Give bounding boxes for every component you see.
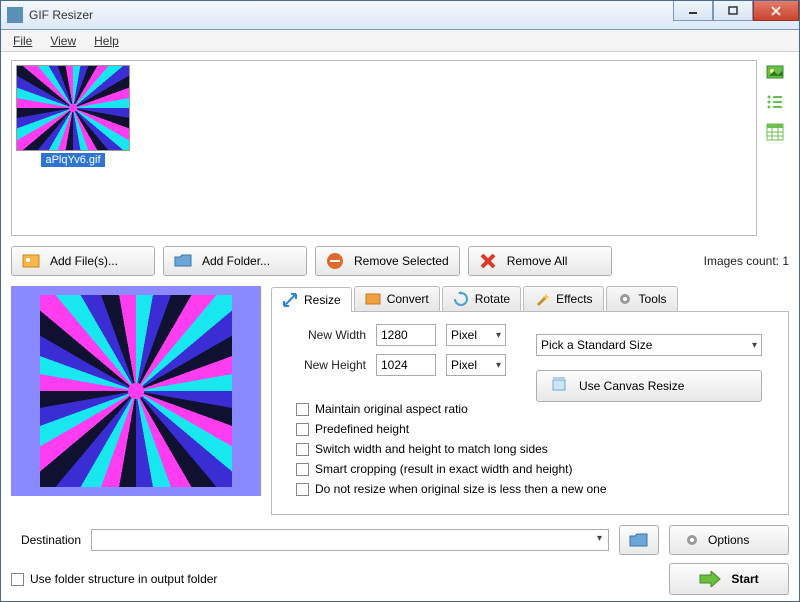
close-button[interactable] <box>753 1 799 21</box>
remove-all-button[interactable]: Remove All <box>468 246 612 276</box>
thumbnail-filename: aPlqYv6.gif <box>41 153 104 167</box>
smart-cropping-checkbox[interactable] <box>296 463 309 476</box>
no-resize-smaller-label: Do not resize when original size is less… <box>315 482 607 496</box>
app-icon <box>7 7 23 23</box>
menubar: File View Help <box>1 30 799 52</box>
height-unit-select[interactable]: Pixel <box>446 354 506 376</box>
image-list[interactable]: aPlqYv6.gif <box>11 60 757 236</box>
effects-icon <box>534 291 550 307</box>
tab-tools-label: Tools <box>639 292 667 306</box>
remove-all-label: Remove All <box>507 254 568 268</box>
add-folder-button[interactable]: Add Folder... <box>163 246 307 276</box>
view-list-icon[interactable] <box>763 90 787 114</box>
tab-tools[interactable]: Tools <box>606 286 678 311</box>
tab-resize[interactable]: Resize <box>271 287 352 312</box>
tab-rotate-label: Rotate <box>475 292 510 306</box>
switch-sides-label: Switch width and height to match long si… <box>315 442 548 456</box>
switch-sides-checkbox[interactable] <box>296 443 309 456</box>
predefined-height-checkbox[interactable] <box>296 423 309 436</box>
destination-label: Destination <box>11 533 81 547</box>
gear-icon <box>684 532 700 548</box>
destination-select[interactable] <box>91 529 609 551</box>
tab-convert[interactable]: Convert <box>354 286 440 311</box>
gear-icon <box>617 291 633 307</box>
remove-all-icon <box>479 252 497 270</box>
tab-effects[interactable]: Effects <box>523 286 603 311</box>
preview-pane <box>11 286 261 496</box>
rotate-icon <box>453 291 469 307</box>
thumbnail-image <box>16 65 130 151</box>
tab-rotate[interactable]: Rotate <box>442 286 521 311</box>
use-folder-structure-checkbox[interactable] <box>11 573 24 586</box>
window-title: GIF Resizer <box>29 8 673 22</box>
tab-convert-label: Convert <box>387 292 429 306</box>
titlebar: GIF Resizer <box>1 1 799 30</box>
remove-selected-label: Remove Selected <box>354 254 449 268</box>
canvas-icon <box>551 376 569 397</box>
tab-effects-label: Effects <box>556 292 592 306</box>
menu-help[interactable]: Help <box>86 32 127 50</box>
remove-icon <box>326 252 344 270</box>
add-files-button[interactable]: Add File(s)... <box>11 246 155 276</box>
add-files-label: Add File(s)... <box>50 254 118 268</box>
start-label: Start <box>731 572 758 586</box>
new-height-label: New Height <box>286 358 366 372</box>
width-unit-select[interactable]: Pixel <box>446 324 506 346</box>
folder-open-icon <box>629 531 649 549</box>
start-arrow-icon <box>699 571 721 587</box>
remove-selected-button[interactable]: Remove Selected <box>315 246 460 276</box>
minimize-button[interactable] <box>673 1 713 21</box>
window-controls <box>673 1 799 29</box>
folder-icon <box>174 252 192 270</box>
no-resize-smaller-checkbox[interactable] <box>296 483 309 496</box>
options-label: Options <box>708 533 749 547</box>
resize-panel: New Width Pixel New Height Pixel Pick a … <box>271 311 789 515</box>
predefined-height-label: Predefined height <box>315 422 409 436</box>
menu-view[interactable]: View <box>42 32 84 50</box>
maintain-ratio-label: Maintain original aspect ratio <box>315 402 468 416</box>
new-height-input[interactable] <box>376 354 436 376</box>
use-folder-structure-label: Use folder structure in output folder <box>30 572 217 586</box>
options-button[interactable]: Options <box>669 525 789 555</box>
new-width-label: New Width <box>286 328 366 342</box>
tab-resize-label: Resize <box>304 293 341 307</box>
smart-cropping-label: Smart cropping (result in exact width an… <box>315 462 572 476</box>
list-item[interactable]: aPlqYv6.gif <box>16 65 130 167</box>
images-count: Images count: 1 <box>704 254 789 268</box>
maximize-button[interactable] <box>713 1 753 21</box>
canvas-resize-label: Use Canvas Resize <box>579 379 684 393</box>
preview-image <box>40 295 232 487</box>
view-grid-icon[interactable] <box>763 120 787 144</box>
browse-destination-button[interactable] <box>619 525 659 555</box>
add-folder-label: Add Folder... <box>202 254 270 268</box>
start-button[interactable]: Start <box>669 563 789 595</box>
menu-file[interactable]: File <box>5 32 40 50</box>
image-add-icon <box>22 252 40 270</box>
convert-icon <box>365 291 381 307</box>
view-thumbnails-icon[interactable] <box>763 60 787 84</box>
resize-icon <box>282 292 298 308</box>
standard-size-select[interactable]: Pick a Standard Size <box>536 334 762 356</box>
canvas-resize-button[interactable]: Use Canvas Resize <box>536 370 762 402</box>
maintain-ratio-checkbox[interactable] <box>296 403 309 416</box>
new-width-input[interactable] <box>376 324 436 346</box>
